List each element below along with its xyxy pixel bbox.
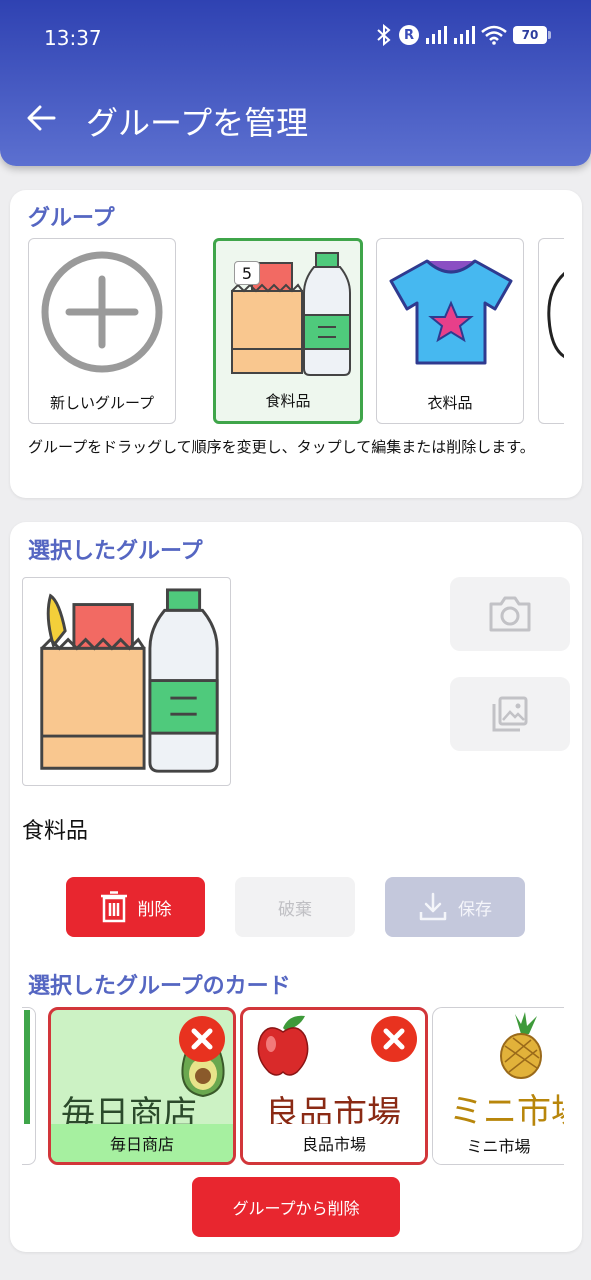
discard-button[interactable]: 破棄 [235,877,355,937]
card-tile-mainichi[interactable]: 毎日商店 毎日商店 [48,1007,236,1165]
camera-button[interactable] [450,577,570,651]
new-group-tile[interactable]: 新しいグループ [28,238,176,424]
groups-help-text: グループをドラッグして順序を変更し、タップして編集または削除します。 [28,438,535,456]
selected-group-name: 食料品 [22,819,89,844]
gallery-button[interactable] [450,677,570,751]
selected-group-section-title: 選択したグループ [28,539,203,564]
delete-label: 削除 [137,899,172,920]
item-count-badge: 5 [234,261,260,285]
groups-section-title: グループ [28,206,115,231]
remove-from-group-label: グループから削除 [232,1199,360,1218]
partial-image-icon [547,271,564,359]
delete-button[interactable]: 削除 [66,877,205,937]
group-tile-clothing[interactable]: 衣料品 [376,238,524,424]
group-tile-groceries[interactable]: 5 食料品 [213,238,363,424]
new-group-label: 新しいグループ [49,394,155,412]
card-tile-ryohin[interactable]: 良品市場 良品市場 [240,1007,428,1165]
card-tile-partial[interactable] [22,1007,36,1165]
save-label: 保存 [458,899,492,920]
status-icons: R 70 [375,24,551,46]
save-button[interactable]: 保存 [385,877,525,937]
gallery-icon [492,696,528,732]
apple-icon [257,1015,309,1076]
trash-icon [100,891,127,923]
card-caption-ryohin: 良品市場 [243,1124,425,1162]
groceries-icon-large [40,588,219,773]
bluetooth-icon [377,24,391,46]
remove-card-button-ryohin[interactable] [371,1016,417,1062]
group-tile-partial[interactable] [538,238,564,424]
card-tile-partial-stripe [24,1010,30,1124]
remove-from-group-button[interactable]: グループから削除 [192,1177,400,1237]
discard-label: 破棄 [278,899,312,920]
group-label-clothing: 衣料品 [427,394,473,412]
download-icon [419,892,447,921]
roaming-icon: R [399,25,419,45]
plus-circle-icon [41,251,163,373]
card-caption-mainichi: 毎日商店 [51,1124,233,1162]
signal-icon [426,26,447,44]
pineapple-icon [500,1012,542,1079]
signal-icon-2 [454,26,475,44]
wifi-icon [481,25,507,45]
camera-icon [489,596,531,632]
back-button[interactable] [24,100,60,136]
page-title: グループを管理 [86,104,309,142]
selected-group-image[interactable] [22,577,231,786]
card-tile-mini[interactable]: ミニ市場 ミニ市場 [432,1007,564,1165]
battery-indicator: 70 [513,26,551,44]
remove-card-button-mainichi[interactable] [179,1016,225,1062]
group-label-groceries: 食料品 [265,392,311,410]
status-time: 13:37 [44,26,102,50]
close-icon [191,1028,213,1050]
close-icon [383,1028,405,1050]
group-cards-section-title: 選択したグループのカード [28,974,291,999]
card-caption-mini: ミニ市場 [433,1126,564,1164]
app-bar: 13:37 R 70 グループを管理 [0,0,591,166]
back-arrow-icon [27,105,56,131]
tshirt-icon [389,259,513,365]
